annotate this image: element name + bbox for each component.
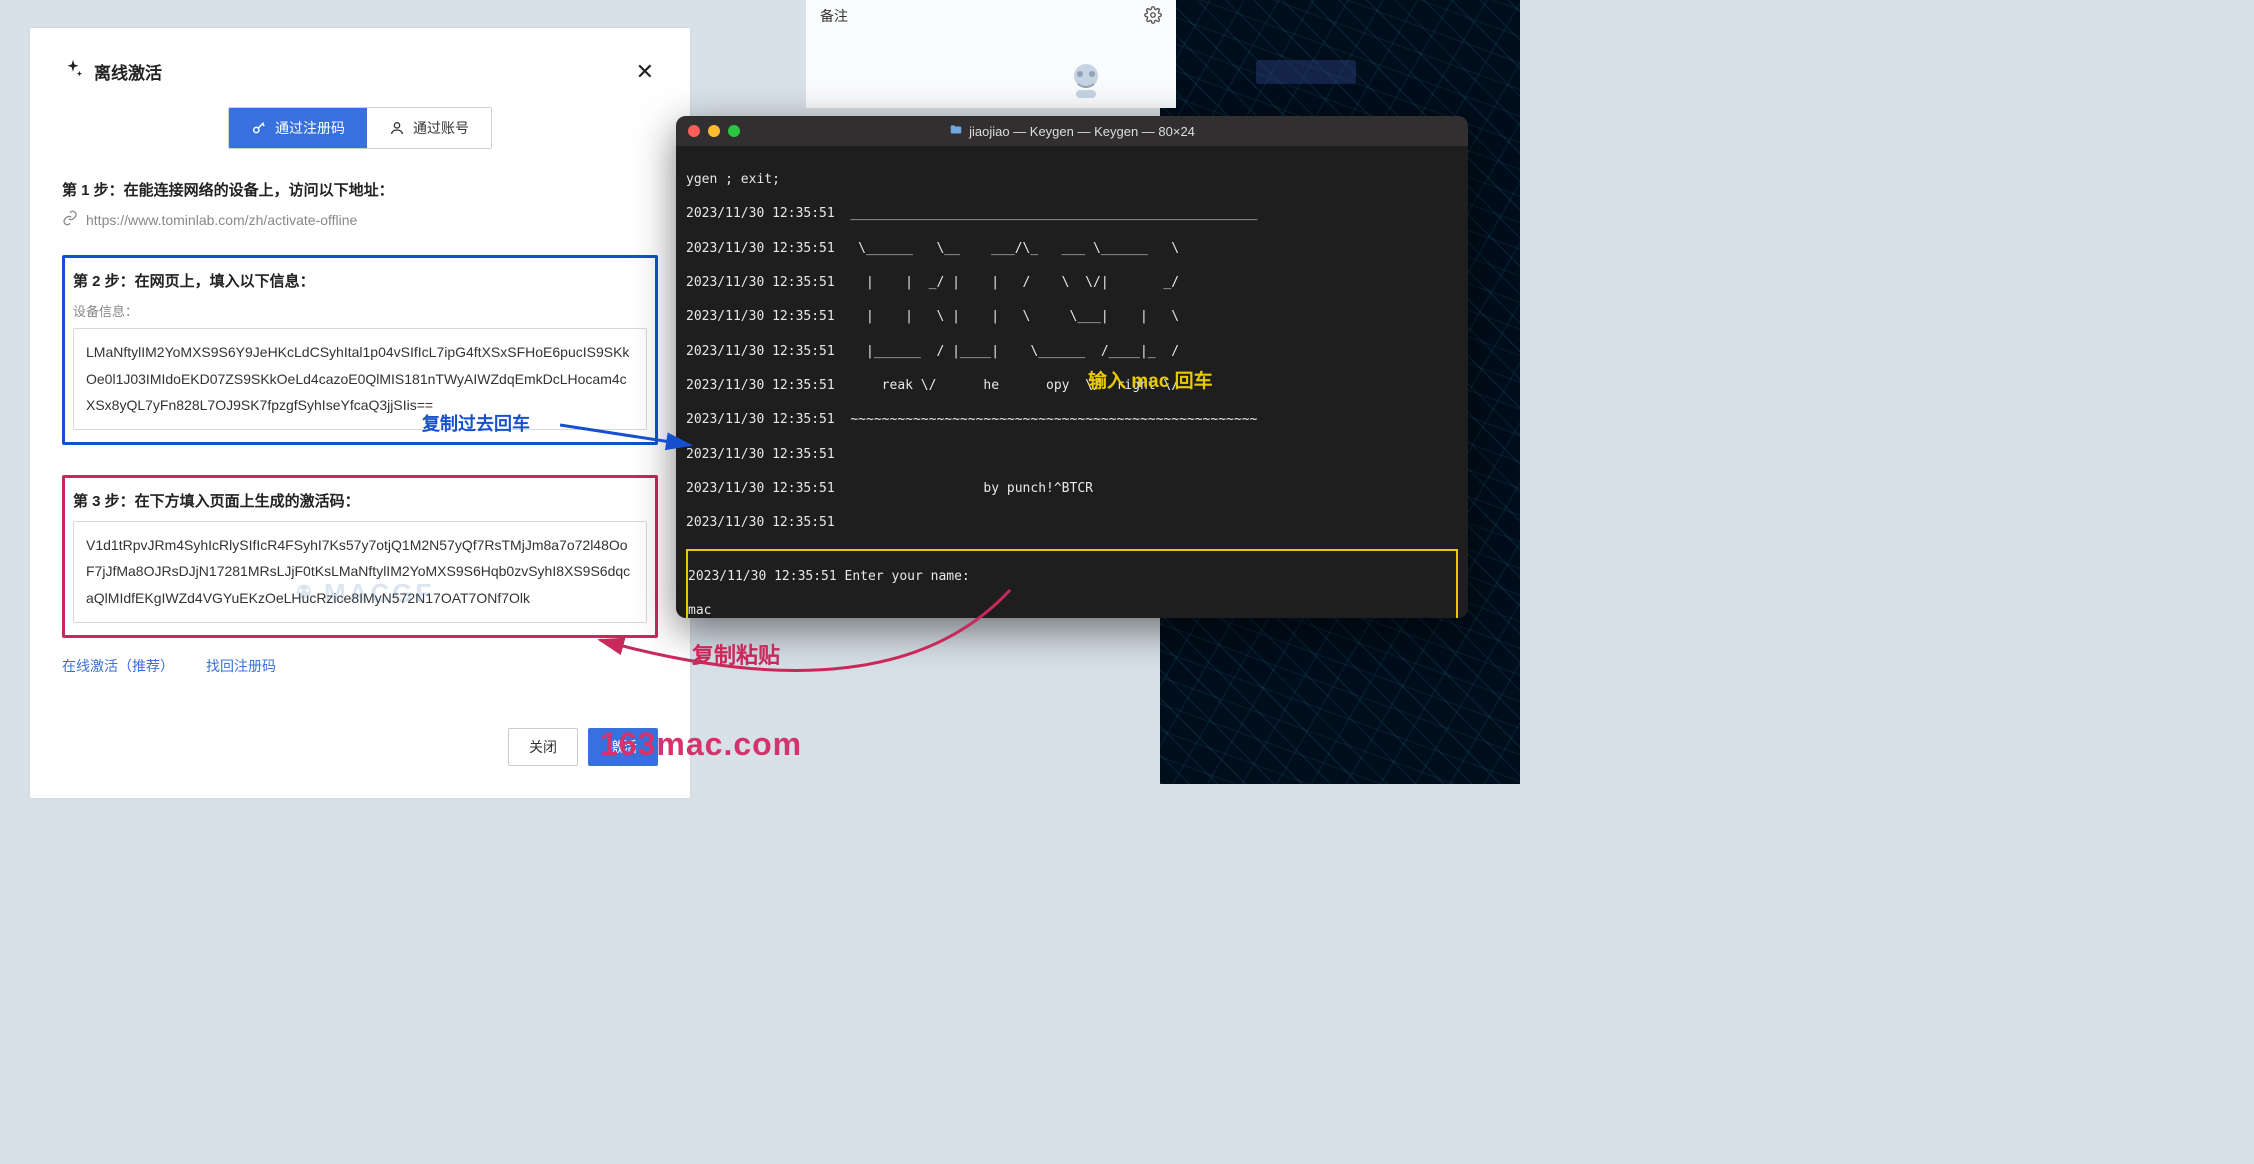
term-line: 2023/11/30 12:35:51 \______ \__ ___/\_ _… (686, 240, 1458, 257)
dialog-actions: 关闭 激活 (62, 728, 658, 766)
activation-mode-toggle: 通过注册码 通过账号 (62, 107, 658, 149)
gear-icon[interactable] (1144, 6, 1162, 29)
folder-icon (949, 123, 963, 140)
step1-title: 第 1 步：在能连接网络的设备上，访问以下地址： (62, 179, 658, 200)
term-line: 2023/11/30 12:35:51 reak \/ he opy \/ ri… (686, 377, 1458, 394)
term-line: 2023/11/30 12:35:51 |______ / |____| \__… (686, 343, 1458, 360)
dialog-header: 离线激活 ✕ (62, 58, 658, 85)
term-line: 2023/11/30 12:35:51 | | _/ | | / \ \/| _… (686, 274, 1458, 291)
term-line: 2023/11/30 12:35:51 (686, 446, 1458, 463)
annotation-copy-paste: 复制粘贴 (692, 638, 780, 670)
tab-by-code[interactable]: 通过注册码 (229, 108, 367, 148)
watermark-robot (1062, 56, 1110, 104)
term-line: 2023/11/30 12:35:51 | | \ | | \ \___| | … (686, 308, 1458, 325)
maximize-window-icon[interactable] (728, 125, 740, 137)
term-line: 2023/11/30 12:35:51 by punch!^BTCR (686, 480, 1458, 497)
sparkle-icon (62, 58, 84, 85)
step3-section: 第 3 步：在下方填入页面上生成的激活码： V1d1tRpvJRm4SyhIcR… (62, 475, 658, 638)
step3-title: 第 3 步：在下方填入页面上生成的激活码： (73, 490, 647, 511)
highlight-enter-name: 2023/11/30 12:35:51 Enter your name: mac (686, 549, 1458, 618)
dialog-title-wrap: 离线激活 (62, 58, 162, 85)
brand-watermark: 163mac.com (600, 726, 802, 763)
term-line: ygen ; exit; (686, 171, 1458, 188)
close-button[interactable]: 关闭 (508, 728, 578, 766)
terminal-title: jiaojiao — Keygen — Keygen — 80×24 (676, 123, 1468, 140)
footer-links: 在线激活（推荐） 找回注册码 (62, 656, 658, 676)
term-line: 2023/11/30 12:35:51 Enter your name: (688, 568, 1456, 585)
close-window-icon[interactable] (688, 125, 700, 137)
term-line: 2023/11/30 12:35:51 ____________________… (686, 205, 1458, 222)
watermark-badge (1256, 60, 1356, 84)
link-online-activation[interactable]: 在线激活（推荐） (62, 656, 174, 676)
term-line: mac (688, 602, 1456, 618)
notes-panel: 备注 (806, 0, 1176, 108)
url-row: https://www.tominlab.com/zh/activate-off… (62, 210, 658, 229)
tab-by-account[interactable]: 通过账号 (367, 108, 491, 148)
step2-title: 第 2 步：在网页上，填入以下信息： (73, 270, 647, 291)
notes-label: 备注 (820, 6, 848, 26)
device-info-label: 设备信息： (73, 301, 647, 320)
link-retrieve-code[interactable]: 找回注册码 (206, 656, 276, 676)
window-controls (688, 125, 740, 137)
offline-activation-dialog: 离线激活 ✕ 通过注册码 通过账号 第 1 步：在能连接网络的设备上，访问以下地… (30, 28, 690, 798)
annotation-input-mac: 输入 mac 回车 (1088, 366, 1213, 393)
close-icon[interactable]: ✕ (632, 59, 658, 85)
tab-code-label: 通过注册码 (275, 118, 345, 138)
activation-url[interactable]: https://www.tominlab.com/zh/activate-off… (86, 212, 357, 228)
minimize-window-icon[interactable] (708, 125, 720, 137)
annotation-copy-enter: 复制过去回车 (422, 410, 530, 436)
terminal-titlebar[interactable]: jiaojiao — Keygen — Keygen — 80×24 (676, 116, 1468, 146)
watermark-text: MACGF (290, 578, 434, 609)
term-line: 2023/11/30 12:35:51 ~~~~~~~~~~~~~~~~~~~~… (686, 411, 1458, 428)
dialog-title: 离线激活 (94, 59, 162, 84)
device-info-box[interactable]: LMaNftylIM2YoMXS9S6Y9JeHKcLdCSyhItal1p04… (73, 328, 647, 430)
link-icon (62, 210, 78, 229)
step2-section: 第 2 步：在网页上，填入以下信息： 设备信息： LMaNftylIM2YoMX… (62, 255, 658, 445)
term-line: 2023/11/30 12:35:51 (686, 514, 1458, 531)
terminal-body[interactable]: ygen ; exit; 2023/11/30 12:35:51 _______… (676, 146, 1468, 618)
terminal-window: jiaojiao — Keygen — Keygen — 80×24 ygen … (676, 116, 1468, 618)
tab-account-label: 通过账号 (413, 118, 469, 138)
